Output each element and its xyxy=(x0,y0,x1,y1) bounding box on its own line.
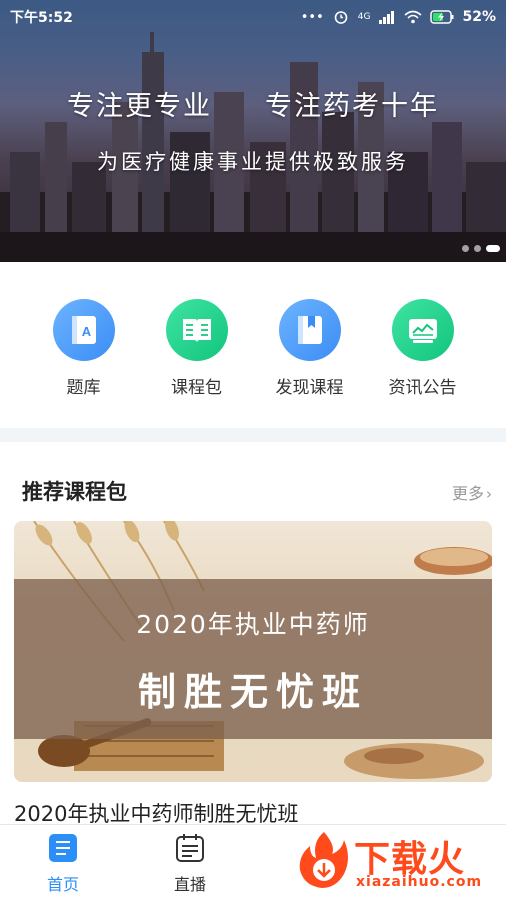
tab-live[interactable]: 直播 xyxy=(145,833,235,895)
course-card[interactable]: 2020年执业中药师 制胜无忧班 xyxy=(14,521,492,782)
status-bar: 下午5:52 ••• 4G 52% xyxy=(0,0,506,34)
carousel-indicator[interactable] xyxy=(462,245,500,252)
nav-label: 发现课程 xyxy=(275,378,344,398)
nav-course-package[interactable]: 课程包 xyxy=(140,262,253,428)
status-icons: ••• 4G 52% xyxy=(301,9,496,25)
nav-label: 资讯公告 xyxy=(388,378,457,398)
flame-logo-icon xyxy=(299,832,348,888)
wifi-icon xyxy=(404,10,423,24)
nav-question-bank[interactable]: A 题库 xyxy=(27,262,140,428)
nav-discover-course[interactable]: 发现课程 xyxy=(253,262,366,428)
more-dots-icon: ••• xyxy=(300,9,324,25)
network-type: 4G xyxy=(357,12,371,22)
carousel-dot-active[interactable] xyxy=(486,245,500,252)
nav-news[interactable]: 资讯公告 xyxy=(366,262,479,428)
tab-label: 首页 xyxy=(46,875,79,894)
card-title: 制胜无忧班 xyxy=(137,670,368,714)
signal-icon xyxy=(379,11,395,24)
banner-title: 专注更专业 专注药考十年 xyxy=(67,91,439,122)
tab-home[interactable]: 首页 xyxy=(18,833,108,895)
question-bank-icon: A xyxy=(52,299,115,361)
recommend-header: 推荐课程包 更多 › xyxy=(0,470,506,510)
alarm-icon xyxy=(334,11,348,24)
section-title: 推荐课程包 xyxy=(22,480,127,504)
calendar-list-icon xyxy=(176,834,204,862)
svg-text:A: A xyxy=(81,324,91,339)
chevron-right-icon: › xyxy=(486,485,492,503)
nav-label: 课程包 xyxy=(171,378,222,398)
open-book-icon xyxy=(165,299,228,361)
banner-subtitle: 为医疗健康事业提供极致服务 xyxy=(97,150,409,174)
card-subtitle: 2020年执业中药师 xyxy=(136,610,370,639)
section-divider xyxy=(0,428,506,442)
watermark: 下载火 xiazaihuo.com xyxy=(296,826,506,896)
tab-label: 直播 xyxy=(173,875,206,894)
watermark-url: xiazaihuo.com xyxy=(356,874,483,890)
home-list-icon xyxy=(49,834,77,862)
carousel-dot[interactable] xyxy=(474,245,481,252)
status-time: 下午5:52 xyxy=(10,10,73,26)
bookmark-book-icon xyxy=(278,299,341,361)
battery-level: 52% xyxy=(462,9,496,25)
more-label: 更多 xyxy=(451,484,484,503)
chart-board-icon xyxy=(391,299,454,361)
nav-label: 题库 xyxy=(66,378,101,398)
carousel-dot[interactable] xyxy=(462,245,469,252)
battery-charging-icon xyxy=(430,10,454,24)
more-link[interactable]: 更多 › xyxy=(452,480,492,504)
hero-banner[interactable]: 下午5:52 ••• 4G 52% 专注更专业 专注药考十年 为医疗健康事业提供… xyxy=(0,0,506,262)
quick-nav: A 题库 课程包 发现课程 资讯公告 xyxy=(0,262,506,428)
